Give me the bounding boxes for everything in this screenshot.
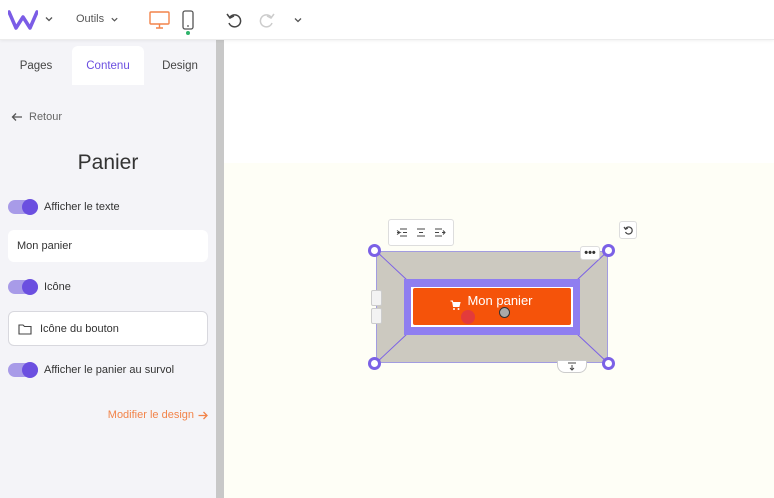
alignment-toolbar xyxy=(388,219,454,246)
arrow-left-icon xyxy=(11,113,22,121)
cart-button-label: Mon panier xyxy=(467,293,533,308)
align-center-icon[interactable] xyxy=(415,227,427,238)
more-options-icon[interactable]: ••• xyxy=(580,246,600,260)
back-link[interactable]: Retour xyxy=(11,111,62,123)
toggle-show-cart-hover[interactable]: Afficher le panier au survol xyxy=(8,362,175,378)
desktop-view-icon[interactable] xyxy=(149,11,170,29)
input-value: Mon panier xyxy=(17,240,73,252)
align-right-icon[interactable] xyxy=(434,227,447,238)
mobile-view-icon[interactable] xyxy=(182,10,194,30)
toggle-icon[interactable]: Icône xyxy=(8,279,71,295)
tab-label: Design xyxy=(162,59,198,72)
chevron-down-icon[interactable] xyxy=(293,15,303,25)
toggle-switch[interactable] xyxy=(8,199,38,215)
tab-contenu[interactable]: Contenu xyxy=(72,46,144,85)
toggle-label: Afficher le panier au survol xyxy=(44,364,175,376)
toggle-knob xyxy=(22,279,38,295)
button-text-input[interactable]: Mon panier xyxy=(8,230,208,262)
reset-icon xyxy=(623,225,633,235)
sidebar-scrollbar[interactable] xyxy=(216,40,224,498)
undo-icon[interactable] xyxy=(226,12,243,28)
resize-grip-bottom[interactable] xyxy=(371,308,382,324)
resize-handle-bottom-left[interactable] xyxy=(368,357,381,370)
insert-below-button[interactable] xyxy=(557,360,587,373)
back-label: Retour xyxy=(29,111,63,123)
toggle-switch[interactable] xyxy=(8,362,38,378)
resize-grip-top[interactable] xyxy=(371,290,382,306)
arrow-right-icon xyxy=(198,411,208,419)
insert-row-icon xyxy=(568,362,576,371)
toggle-show-text[interactable]: Afficher le texte xyxy=(8,199,120,215)
align-left-icon[interactable] xyxy=(396,227,408,238)
shopping-cart-icon xyxy=(450,300,461,310)
button-icon-picker[interactable]: Icône du bouton xyxy=(8,311,208,346)
picker-label: Icône du bouton xyxy=(40,322,119,335)
outils-label: Outils xyxy=(76,13,105,25)
modify-design-link[interactable]: Modifier le design xyxy=(108,409,208,421)
sidebar-tabs: Pages Contenu Design xyxy=(0,46,216,85)
resize-handle-bottom-right[interactable] xyxy=(602,357,615,370)
cursor-icon xyxy=(499,307,510,318)
outils-menu[interactable]: Outils xyxy=(76,13,119,25)
toggle-knob xyxy=(22,199,38,215)
click-indicator xyxy=(461,310,475,324)
resize-handle-top-right[interactable] xyxy=(602,244,615,257)
cart-button[interactable]: Mon panier xyxy=(413,288,571,325)
link-label: Modifier le design xyxy=(107,409,194,421)
panel-title: Panier xyxy=(77,151,139,174)
resize-handle-top-left[interactable] xyxy=(368,244,381,257)
top-bar: Outils xyxy=(0,0,774,40)
toggle-knob xyxy=(22,362,38,378)
chevron-down-icon xyxy=(111,17,118,22)
sidebar: Pages Contenu Design Retour Panier Affic… xyxy=(0,40,216,498)
tab-pages[interactable]: Pages xyxy=(0,46,72,85)
reset-button[interactable] xyxy=(619,221,637,239)
tab-label: Pages xyxy=(19,59,53,72)
toggle-label: Afficher le texte xyxy=(44,201,120,213)
toggle-label: Icône xyxy=(44,281,71,293)
toggle-switch[interactable] xyxy=(8,279,38,295)
tab-label: Contenu xyxy=(86,59,130,72)
mobile-status-dot xyxy=(186,31,190,35)
chevron-down-icon[interactable] xyxy=(44,14,54,24)
redo-icon[interactable] xyxy=(258,12,275,28)
tab-design[interactable]: Design xyxy=(144,46,216,85)
editor-canvas[interactable]: ••• Mon panier xyxy=(224,40,774,498)
webnode-logo-icon[interactable] xyxy=(8,9,38,31)
folder-icon xyxy=(18,323,32,335)
